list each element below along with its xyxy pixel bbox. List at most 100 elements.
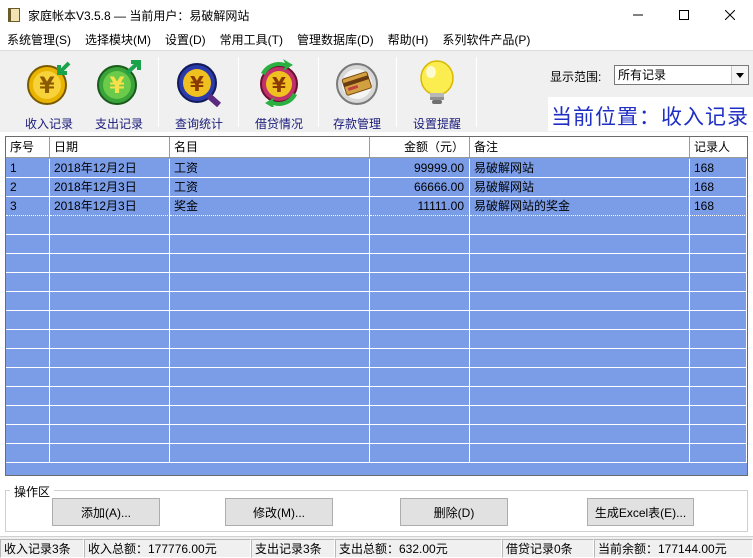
menu-system[interactable]: 系统管理(S) <box>0 30 78 50</box>
table-cell <box>690 311 747 330</box>
table-cell <box>370 444 470 463</box>
table-row[interactable]: 2 2018年12月3日 工资 66666.00 易破解网站 168 <box>6 178 747 197</box>
display-range-label: 显示范围: <box>550 70 602 84</box>
table-cell: 168 <box>690 178 747 197</box>
table-row[interactable] <box>6 425 747 444</box>
magnifier-coin-icon: ¥ <box>177 63 222 108</box>
dropdown-arrow-icon[interactable] <box>731 66 748 84</box>
table-cell <box>470 235 690 254</box>
edit-button[interactable]: 修改(M)... <box>225 498 333 526</box>
table-cell <box>50 235 170 254</box>
table-row[interactable] <box>6 368 747 387</box>
menu-tools[interactable]: 常用工具(T) <box>213 30 290 50</box>
svg-text:¥: ¥ <box>190 72 204 96</box>
table-cell: 168 <box>690 197 747 216</box>
set-reminder-button[interactable]: 设置提醒 <box>404 59 470 131</box>
svg-text:¥: ¥ <box>272 73 286 97</box>
maximize-icon <box>679 10 689 20</box>
header-date[interactable]: 日期 <box>50 137 170 158</box>
table-cell <box>470 406 690 425</box>
table-cell: 奖金 <box>170 197 370 216</box>
export-excel-button[interactable]: 生成Excel表(E)... <box>587 498 694 526</box>
table-row[interactable] <box>6 235 747 254</box>
deposit-manage-button[interactable]: 存款管理 <box>324 59 390 131</box>
table-cell <box>370 254 470 273</box>
table-cell <box>690 216 747 235</box>
table-cell: 168 <box>690 159 747 178</box>
add-button[interactable]: 添加(A)... <box>52 498 160 526</box>
delete-button[interactable]: 删除(D) <box>400 498 508 526</box>
table-row[interactable] <box>6 444 747 463</box>
menu-database[interactable]: 管理数据库(D) <box>290 30 381 50</box>
header-category[interactable]: 名目 <box>170 137 370 158</box>
header-seq[interactable]: 序号 <box>6 137 50 158</box>
table-row[interactable] <box>6 349 747 368</box>
table-cell <box>50 444 170 463</box>
table-cell: 3 <box>6 197 50 216</box>
menu-settings[interactable]: 设置(D) <box>158 30 213 50</box>
table-cell <box>470 216 690 235</box>
table-cell <box>690 330 747 349</box>
maximize-button[interactable] <box>661 0 707 30</box>
minimize-button[interactable] <box>615 0 661 30</box>
expense-record-button[interactable]: ¥ 支出记录 <box>86 59 152 131</box>
table-row[interactable] <box>6 406 747 425</box>
close-icon <box>725 10 735 20</box>
set-reminder-label: 设置提醒 <box>412 117 461 131</box>
table-row[interactable] <box>6 254 747 273</box>
table-cell <box>470 311 690 330</box>
bank-card-icon <box>336 63 378 105</box>
table-cell: 易破解网站 <box>470 159 690 178</box>
table-cell <box>470 368 690 387</box>
expense-record-label: 支出记录 <box>94 117 143 131</box>
table-cell <box>6 235 50 254</box>
table-row[interactable] <box>6 216 747 235</box>
table-cell: 工资 <box>170 159 370 178</box>
close-button[interactable] <box>707 0 753 30</box>
header-recorder[interactable]: 记录人 <box>690 137 747 158</box>
table-cell <box>170 387 370 406</box>
table-cell <box>6 387 50 406</box>
table-cell <box>50 425 170 444</box>
table-cell <box>470 349 690 368</box>
table-cell <box>170 311 370 330</box>
display-range-select[interactable]: 所有记录 <box>614 65 749 85</box>
table-cell <box>6 349 50 368</box>
table-row[interactable]: 3 2018年12月3日 奖金 11111.00 易破解网站的奖金 168 <box>6 197 747 216</box>
table-row[interactable] <box>6 387 747 406</box>
table-cell: 66666.00 <box>370 178 470 197</box>
table-cell <box>690 425 747 444</box>
table-cell <box>690 406 747 425</box>
menu-products[interactable]: 系列软件产品(P) <box>435 30 537 50</box>
table-row[interactable] <box>6 273 747 292</box>
table-cell <box>50 216 170 235</box>
table-cell <box>170 368 370 387</box>
menu-module[interactable]: 选择模块(M) <box>78 30 158 50</box>
table-row[interactable] <box>6 330 747 349</box>
query-stats-button[interactable]: ¥ 查询统计 <box>166 59 232 131</box>
table-cell <box>50 254 170 273</box>
table-row[interactable]: 1 2018年12月2日 工资 99999.00 易破解网站 168 <box>6 159 747 178</box>
status-income-total: 收入总额：177776.00元 <box>84 539 251 558</box>
table-cell <box>6 216 50 235</box>
window-title: 家庭帐本V3.5.8 — 当前用户：易破解网站 <box>28 8 250 23</box>
records-grid[interactable]: 序号 日期 名目 金额（元） 备注 记录人 1 2018年12月2日 工资 99999… <box>5 136 748 476</box>
loan-status-button[interactable]: ¥ 借贷情况 <box>246 59 312 131</box>
table-cell <box>690 368 747 387</box>
table-cell: 2018年12月3日 <box>50 197 170 216</box>
table-cell <box>170 273 370 292</box>
status-expense-count: 支出记录3条 <box>251 539 335 558</box>
income-record-button[interactable]: ¥ 收入记录 <box>16 59 82 131</box>
header-amount[interactable]: 金额（元） <box>370 137 470 158</box>
header-note[interactable]: 备注 <box>470 137 690 158</box>
table-cell <box>170 254 370 273</box>
table-cell <box>170 349 370 368</box>
menu-help[interactable]: 帮助(H) <box>381 30 436 50</box>
table-cell <box>50 349 170 368</box>
table-row[interactable] <box>6 311 747 330</box>
title-bar: 家庭帐本V3.5.8 — 当前用户：易破解网站 <box>0 0 753 30</box>
table-row[interactable] <box>6 292 747 311</box>
menu-bar: 系统管理(S) 选择模块(M) 设置(D) 常用工具(T) 管理数据库(D) 帮… <box>0 30 753 50</box>
table-cell <box>50 273 170 292</box>
table-cell <box>170 444 370 463</box>
